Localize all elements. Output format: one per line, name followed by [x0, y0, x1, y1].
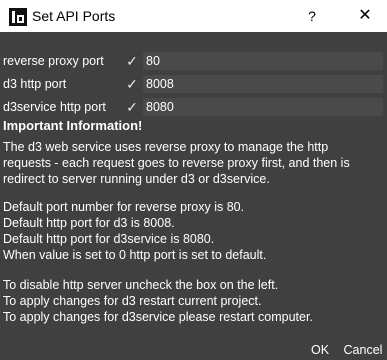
cancel-button[interactable]: Cancel	[341, 340, 385, 360]
port-label: reverse proxy port	[3, 54, 104, 68]
ok-button[interactable]: OK	[306, 340, 334, 360]
info-paragraph-proxy: The d3 web service uses reverse proxy to…	[3, 140, 350, 186]
reverse-proxy-checkbox[interactable]: ✓	[124, 51, 140, 71]
d3-http-checkbox[interactable]: ✓	[124, 74, 140, 94]
window-title: Set API Ports	[32, 8, 116, 24]
port-row-d3service-http: d3service http port ✓	[0, 97, 387, 117]
reverse-proxy-port-input[interactable]	[143, 52, 383, 70]
app-logo-icon	[9, 8, 27, 26]
close-button[interactable]: ✕	[350, 0, 380, 32]
port-row-d3-http: d3 http port ✓	[0, 74, 387, 94]
port-label: d3service http port	[3, 100, 106, 114]
info-paragraph-apply: To disable http server uncheck the box o…	[3, 278, 313, 324]
d3-http-port-input[interactable]	[143, 75, 383, 93]
title-bar: Set API Ports ? ✕	[0, 0, 387, 32]
info-heading: Important Information!	[3, 118, 143, 133]
d3service-http-checkbox[interactable]: ✓	[124, 97, 140, 117]
help-button[interactable]: ?	[298, 0, 326, 32]
d3service-http-port-input[interactable]	[143, 98, 383, 116]
port-row-reverse-proxy: reverse proxy port ✓	[0, 51, 387, 71]
set-api-ports-dialog: Set API Ports ? ✕ reverse proxy port ✓ d…	[0, 0, 387, 360]
info-paragraph-defaults: Default port number for reverse proxy is…	[3, 200, 267, 262]
port-label: d3 http port	[3, 77, 67, 91]
